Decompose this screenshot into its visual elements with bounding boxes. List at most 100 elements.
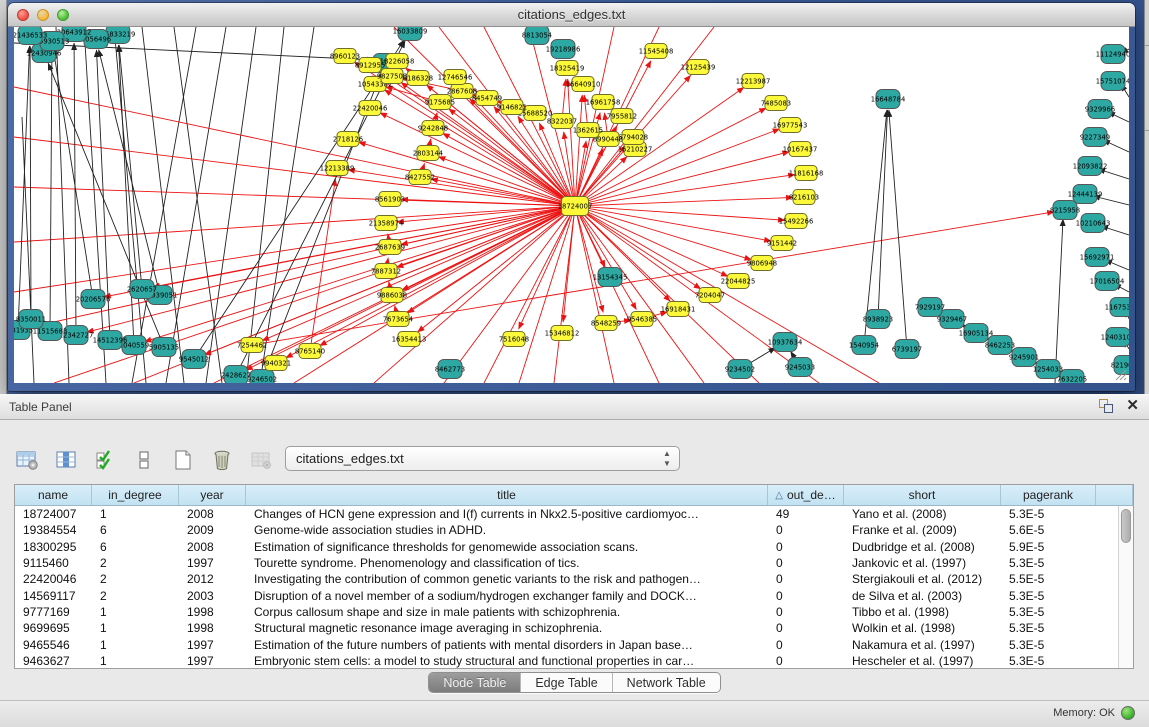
network-node-yellow[interactable]: 7673654 — [383, 312, 413, 327]
network-node-yellow[interactable]: 9242848 — [418, 121, 448, 136]
network-node-yellow[interactable]: 9827508 — [377, 69, 407, 84]
left-divider-strip[interactable] — [0, 0, 7, 394]
show-columns-icon[interactable] — [53, 447, 79, 473]
network-canvas[interactable]: 8219041124031061167533517016504156929711… — [14, 27, 1129, 383]
resize-grip-icon[interactable] — [1113, 367, 1127, 381]
network-node-teal[interactable]: 7929197 — [915, 298, 945, 317]
table-row[interactable]: 946362711997Embryonic stem cells: a mode… — [15, 653, 1118, 668]
network-node-yellow[interactable]: 12125439 — [681, 60, 716, 75]
delete-column-icon[interactable] — [209, 447, 235, 473]
network-node-yellow[interactable]: 7204047 — [695, 288, 725, 303]
table-row[interactable]: 1872400712008Changes of HCN gene express… — [15, 506, 1118, 522]
vertical-scrollbar[interactable] — [1118, 506, 1133, 668]
table-row[interactable]: 1938455462009Genome-wide association stu… — [15, 522, 1118, 538]
network-table-selector[interactable]: citations_edges.txt ▲▼ — [285, 446, 680, 471]
scrollbar-thumb[interactable] — [1121, 509, 1131, 543]
network-node-teal[interactable]: 15751074 — [1096, 72, 1129, 91]
network-node-yellow[interactable]: 9175685 — [425, 95, 455, 110]
network-node-teal[interactable]: 2620657 — [127, 280, 157, 299]
network-node-teal[interactable]: 6739197 — [892, 340, 922, 359]
network-node-teal[interactable]: 19218986 — [546, 40, 581, 59]
network-node-teal[interactable]: 8462773 — [435, 360, 465, 379]
column-header-year[interactable]: year — [179, 485, 246, 505]
network-node-yellow[interactable]: 8765140 — [295, 344, 325, 359]
network-node-yellow[interactable]: 2867608 — [447, 84, 477, 99]
network-node-teal[interactable]: 11675335 — [1105, 298, 1129, 317]
network-node-yellow[interactable]: 7254462 — [237, 338, 267, 353]
table-row[interactable]: 946554611997Estimation of the future num… — [15, 636, 1118, 652]
network-node-yellow[interactable]: 1362615 — [573, 123, 603, 138]
table-row[interactable]: 2242004622012Investigating the contribut… — [15, 571, 1118, 587]
network-node-yellow[interactable]: 16977543 — [773, 118, 808, 133]
network-node-teal[interactable]: 9245033 — [785, 358, 815, 377]
network-node-yellow[interactable]: 8548259 — [591, 316, 621, 331]
network-node-yellow[interactable]: 16640910 — [566, 77, 601, 92]
network-node-teal[interactable]: 15692971 — [1080, 248, 1115, 267]
network-node-teal[interactable]: 12093822 — [1073, 157, 1108, 176]
network-node-yellow[interactable]: 7955812 — [607, 109, 637, 124]
network-node-teal[interactable]: 8350011 — [16, 310, 46, 329]
tab-network-table[interactable]: Network Table — [613, 673, 720, 692]
network-node-yellow[interactable]: 8960123 — [330, 49, 360, 64]
network-node-yellow[interactable]: 8427552 — [405, 170, 435, 185]
network-node-yellow[interactable]: 7887312 — [371, 264, 401, 279]
network-node-teal[interactable]: 8462253 — [985, 336, 1015, 355]
float-panel-icon[interactable] — [1098, 398, 1114, 414]
network-node-teal[interactable]: 8938923 — [863, 310, 893, 329]
network-node-teal[interactable]: 17016504 — [1090, 272, 1125, 291]
network-node-yellow[interactable]: 16918431 — [661, 302, 696, 317]
network-node-yellow[interactable]: 12746546 — [438, 70, 473, 85]
network-node-yellow[interactable]: 11545408 — [639, 44, 674, 59]
network-node-teal[interactable]: 9227349 — [1080, 128, 1110, 147]
memory-status-button[interactable] — [1121, 706, 1135, 720]
column-header-title[interactable]: title — [246, 485, 768, 505]
network-node-yellow[interactable]: 12213987 — [736, 74, 771, 89]
row-height-icon[interactable] — [131, 447, 157, 473]
table-row[interactable]: 911546021997Tourette syndrome. Phenomeno… — [15, 555, 1118, 571]
network-node-yellow[interactable]: 7485083 — [761, 96, 791, 111]
network-node-teal[interactable]: 10210643 — [1076, 214, 1111, 233]
network-node-yellow[interactable]: 8186328 — [403, 71, 433, 86]
network-node-yellow[interactable]: 9546385 — [627, 312, 657, 327]
network-node-teal[interactable]: 2428627 — [221, 366, 251, 384]
network-node-yellow[interactable]: 9886038 — [377, 288, 407, 303]
network-node-yellow[interactable]: 16354413 — [392, 332, 427, 347]
tab-edge-table[interactable]: Edge Table — [521, 673, 612, 692]
network-node-teal[interactable]: 9245901 — [1009, 348, 1039, 367]
network-node-teal[interactable]: 9329966 — [1085, 100, 1115, 119]
network-graph[interactable]: 8219041124031061167533517016504156929711… — [14, 27, 1129, 383]
network-node-teal[interactable]: 16033809 — [393, 27, 428, 41]
network-node-yellow[interactable]: 16961758 — [586, 95, 621, 110]
network-node-teal[interactable]: 9246502 — [247, 370, 277, 384]
network-node-teal[interactable]: 1540954 — [849, 336, 879, 355]
network-node-teal[interactable]: 5905135 — [149, 338, 179, 357]
network-node-yellow[interactable]: 9806948 — [747, 256, 777, 271]
table-row[interactable]: 1456911722003Disruption of a novel membe… — [15, 587, 1118, 603]
column-header-pagerank[interactable]: pagerank — [1001, 485, 1096, 505]
network-node-yellow[interactable]: 2718126 — [333, 132, 363, 147]
network-node-yellow[interactable]: 18325419 — [550, 61, 585, 76]
column-header-in_degree[interactable]: in_degree — [92, 485, 179, 505]
network-node-yellow[interactable]: 9151442 — [767, 236, 797, 251]
column-header-name[interactable]: name — [15, 485, 92, 505]
network-node-yellow[interactable]: 8561903 — [375, 192, 405, 207]
new-column-icon[interactable] — [170, 447, 196, 473]
network-node-yellow[interactable]: 9940321 — [261, 356, 291, 371]
column-header-short[interactable]: short — [844, 485, 1001, 505]
network-node-teal[interactable]: 11124940 — [1096, 45, 1129, 64]
network-node-yellow[interactable]: 10167437 — [783, 142, 818, 157]
network-node-yellow[interactable]: 2803144 — [413, 146, 443, 161]
tab-node-table[interactable]: Node Table — [429, 673, 521, 692]
network-node-teal[interactable]: 9545012 — [179, 350, 209, 369]
network-node-teal[interactable]: 1254033 — [1033, 360, 1063, 379]
network-view-window[interactable]: citations_edges.txt 82190411240310611675… — [8, 3, 1135, 391]
table-row[interactable]: 1830029562008Estimation of significance … — [15, 539, 1118, 555]
network-node-yellow[interactable]: 11816168 — [789, 166, 824, 181]
table-row[interactable]: 977716911998Corpus callosum shape and si… — [15, 604, 1118, 620]
network-node-teal[interactable]: 8215958 — [1050, 201, 1080, 220]
column-header-out_de[interactable]: △out_de… — [768, 485, 844, 505]
network-node-yellow[interactable]: 22420046 — [353, 101, 388, 116]
close-panel-icon[interactable]: ✕ — [1126, 398, 1139, 414]
network-node-yellow[interactable]: 15346812 — [545, 326, 580, 341]
network-node-yellow[interactable]: 8216103 — [789, 190, 819, 205]
